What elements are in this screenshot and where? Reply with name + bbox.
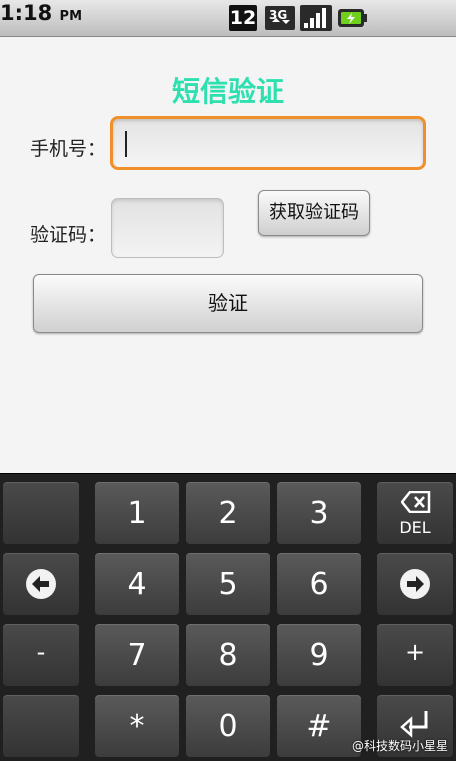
key-star[interactable]: *	[95, 695, 179, 757]
backspace-icon	[401, 491, 431, 513]
key-9[interactable]: 9	[277, 624, 361, 686]
key-5-label: 5	[218, 567, 238, 602]
verify-button[interactable]: 验证	[33, 274, 423, 333]
enter-icon	[400, 711, 428, 738]
key-2-label: 2	[218, 496, 238, 531]
key-9-label: 9	[309, 638, 329, 673]
phone-number-input[interactable]	[110, 116, 426, 170]
key-6-label: 6	[309, 567, 329, 602]
signal-strength-icon	[300, 5, 332, 31]
watermark-text: @科技数码小星星	[351, 739, 448, 753]
key-5[interactable]: 5	[186, 553, 270, 615]
key-star-label: *	[129, 709, 145, 744]
network-type-label: 3G	[269, 8, 287, 22]
key-0-label: 0	[218, 709, 238, 744]
key-delete[interactable]: DEL	[377, 482, 453, 544]
code-label: 验证码：	[30, 224, 107, 246]
key-blank-2[interactable]	[3, 695, 79, 757]
key-2[interactable]: 2	[186, 482, 270, 544]
get-code-button[interactable]: 获取验证码	[258, 190, 370, 236]
verification-code-input[interactable]	[111, 198, 224, 258]
key-3-label: 3	[309, 496, 329, 531]
delete-label: DEL	[399, 518, 431, 537]
key-minus-label: -	[36, 638, 46, 666]
phone-label: 手机号：	[30, 138, 107, 160]
key-3[interactable]: 3	[277, 482, 361, 544]
key-left-arrow[interactable]	[3, 553, 79, 615]
key-plus-label: +	[404, 638, 426, 666]
numeric-keyboard: 1 2 3 DEL 4 5 6 - 7 8 9 + * 0 # @科技数码小星星	[0, 473, 456, 761]
3g-data-icon: 3G	[264, 5, 296, 31]
key-right-arrow[interactable]	[377, 553, 453, 615]
key-hash-label: #	[306, 709, 332, 744]
key-6[interactable]: 6	[277, 553, 361, 615]
key-0[interactable]: 0	[186, 695, 270, 757]
key-hash[interactable]: #	[277, 695, 361, 757]
page-title: 短信验证	[171, 75, 284, 108]
key-1[interactable]: 1	[95, 482, 179, 544]
key-blank-1[interactable]	[3, 482, 79, 544]
sms-verification-form: 短信验证 手机号： 验证码： 获取验证码 验证	[0, 37, 456, 473]
key-8[interactable]: 8	[186, 624, 270, 686]
clock-time: 1:18	[0, 1, 53, 25]
arrow-left-icon	[26, 569, 56, 599]
status-bar: 12 3G 1:18 PM	[0, 0, 456, 37]
key-1-label: 1	[127, 496, 147, 531]
key-7-label: 7	[127, 638, 147, 673]
key-plus[interactable]: +	[377, 624, 453, 686]
key-minus[interactable]: -	[3, 624, 79, 686]
key-8-label: 8	[218, 638, 238, 673]
key-4[interactable]: 4	[95, 553, 179, 615]
clock-ampm: PM	[59, 9, 83, 24]
notification-count-badge: 12	[229, 5, 257, 31]
clock: 1:18 PM	[0, 0, 456, 26]
key-4-label: 4	[127, 567, 147, 602]
battery-charging-icon	[337, 5, 369, 31]
key-7[interactable]: 7	[95, 624, 179, 686]
arrow-right-icon	[400, 569, 430, 599]
text-cursor	[125, 131, 127, 157]
